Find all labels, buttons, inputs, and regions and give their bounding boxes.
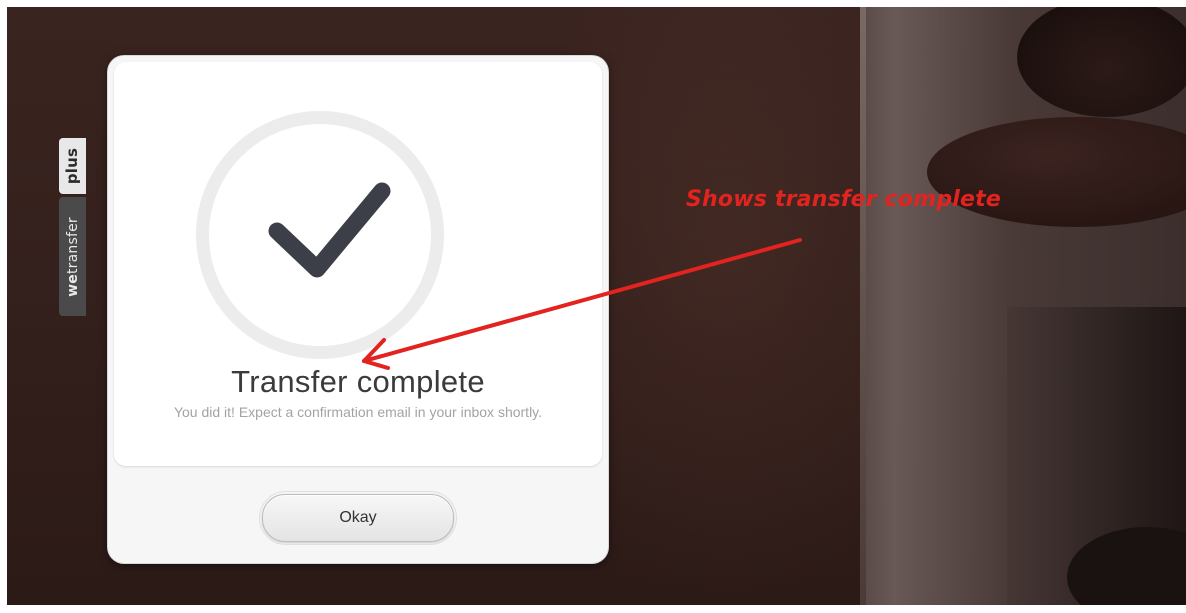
checkmark-icon	[268, 182, 391, 278]
annotation-label: Shows transfer complete	[686, 187, 1001, 212]
dialog-title: Transfer complete	[231, 364, 485, 399]
wetransfer-logo: wetransfer	[65, 217, 81, 297]
wetransfer-logo-rest: transfer	[64, 216, 81, 274]
wetransfer-logo-bold: we	[64, 273, 81, 297]
transfer-complete-dialog: Transfer complete You did it! Expect a c…	[108, 56, 608, 563]
plus-tab-label: plus	[63, 147, 82, 185]
plus-tab[interactable]: plus	[59, 138, 86, 194]
dialog-message: You did it! Expect a confirmation email …	[173, 404, 543, 420]
dialog-content: Transfer complete You did it! Expect a c…	[114, 62, 602, 466]
okay-button[interactable]: Okay	[259, 491, 457, 545]
background-object-edge	[860, 7, 866, 605]
wetransfer-tab[interactable]: wetransfer	[59, 197, 86, 316]
checkmark-circle	[196, 111, 444, 359]
